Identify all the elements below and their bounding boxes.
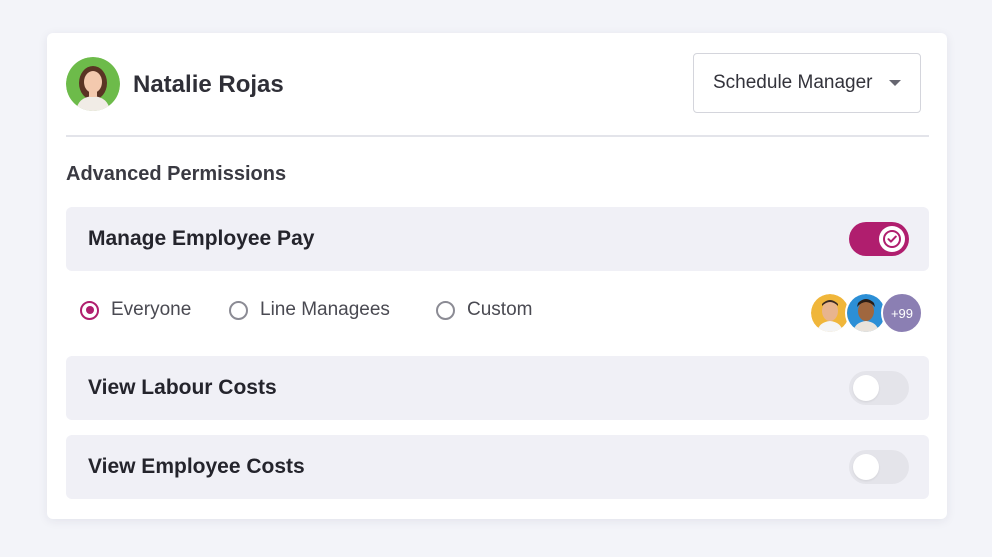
permission-label: View Labour Costs [88, 376, 277, 399]
chevron-down-icon [889, 80, 901, 86]
permission-row-manage-employee-pay: Manage Employee Pay [66, 207, 929, 271]
toggle-knob [853, 454, 879, 480]
scope-radio-group: Everyone Line Managees Custom +99 [66, 289, 929, 335]
role-dropdown-value: Schedule Manager [713, 72, 873, 93]
role-dropdown[interactable]: Schedule Manager [693, 53, 921, 113]
radio-label: Custom [467, 299, 533, 320]
radio-label: Everyone [111, 299, 192, 320]
permission-label: View Employee Costs [88, 455, 305, 478]
permission-label: Manage Employee Pay [88, 227, 315, 250]
toggle-knob [853, 375, 879, 401]
header-divider [66, 135, 929, 137]
check-icon [883, 230, 901, 248]
permission-toggle-manage-employee-pay[interactable] [849, 222, 909, 256]
radio-button[interactable] [229, 300, 248, 320]
scope-option-line-managees[interactable]: Line Managees [229, 299, 390, 321]
scope-option-everyone[interactable]: Everyone [80, 299, 191, 321]
permission-toggle-view-labour-costs[interactable] [849, 371, 909, 405]
permissions-card: Natalie Rojas Schedule Manager Advanced … [47, 33, 947, 519]
more-assignees-badge: +99 [881, 292, 923, 334]
avatar [66, 57, 120, 111]
toggle-knob [879, 226, 905, 252]
permission-row-view-labour-costs: View Labour Costs [66, 356, 929, 420]
permission-row-view-employee-costs: View Employee Costs [66, 435, 929, 499]
assignee-avatar-stack[interactable]: +99 [809, 292, 929, 334]
radio-button[interactable] [436, 300, 455, 320]
section-title: Advanced Permissions [66, 163, 287, 185]
permission-toggle-view-employee-costs[interactable] [849, 450, 909, 484]
radio-button[interactable] [80, 300, 99, 320]
user-name: Natalie Rojas [133, 71, 284, 98]
scope-option-custom[interactable]: Custom [436, 299, 532, 321]
radio-label: Line Managees [260, 299, 390, 320]
